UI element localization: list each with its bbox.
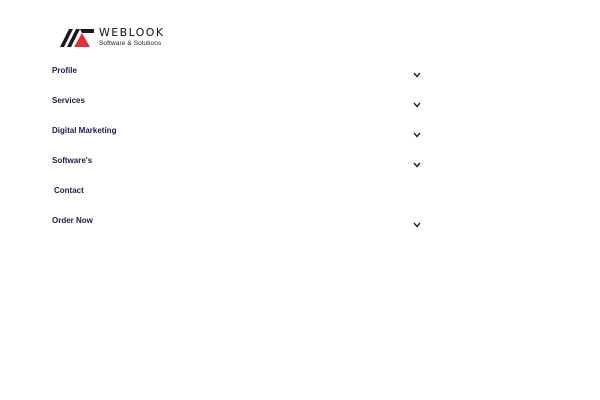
chevron-down-icon[interactable] (413, 102, 421, 108)
menu-item-label[interactable]: Software's (52, 156, 92, 165)
menu-item-label[interactable]: Contact (54, 186, 84, 195)
logo-text: WEBLOOK Software & Solutions (99, 26, 164, 48)
logo-mark-icon (60, 28, 94, 47)
menu-item-label[interactable]: Digital Marketing (52, 126, 116, 135)
menu-item-profile[interactable]: Profile (0, 55, 600, 85)
chevron-down-icon[interactable] (413, 72, 421, 78)
menu-item-label[interactable]: Profile (52, 66, 77, 75)
page: WEBLOOK Software & Solutions Profile Ser… (0, 0, 600, 400)
menu-item-order-now[interactable]: Order Now (0, 205, 600, 235)
chevron-down-icon[interactable] (413, 132, 421, 138)
menu-item-contact[interactable]: Contact (0, 175, 600, 205)
menu-item-services[interactable]: Services (0, 85, 600, 115)
brand-name: WEBLOOK (99, 26, 165, 39)
menu-item-digital-marketing[interactable]: Digital Marketing (0, 115, 600, 145)
menu-item-softwares[interactable]: Software's (0, 145, 600, 175)
menu-item-label[interactable]: Services (52, 96, 85, 105)
chevron-down-icon[interactable] (413, 162, 421, 168)
menu-item-label[interactable]: Order Now (52, 216, 93, 225)
chevron-down-icon[interactable] (413, 222, 421, 228)
brand-tagline: Software & Solutions (99, 40, 162, 47)
nav-menu: Profile Services Digital Marketing Softw… (0, 55, 600, 235)
brand-logo[interactable]: WEBLOOK Software & Solutions (60, 26, 164, 48)
